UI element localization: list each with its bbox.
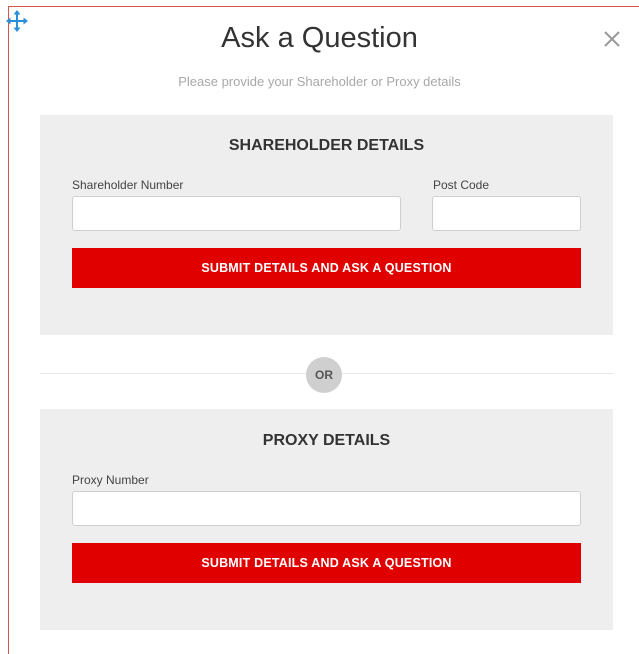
dialog-title: Ask a Question xyxy=(221,22,418,54)
proxy-number-label: Proxy Number xyxy=(72,473,149,487)
proxy-submit-button[interactable]: SUBMIT DETAILS AND ASK A QUESTION xyxy=(72,543,581,583)
dialog-subtitle: Please provide your Shareholder or Proxy… xyxy=(178,74,461,89)
shareholder-submit-button[interactable]: SUBMIT DETAILS AND ASK A QUESTION xyxy=(72,248,581,288)
post-code-label: Post Code xyxy=(433,178,490,192)
or-separator: OR xyxy=(306,357,342,393)
post-code-input[interactable] xyxy=(432,196,581,231)
proxy-details-panel: PROXY DETAILS Proxy Number SUBMIT DETAIL… xyxy=(40,409,613,630)
shareholder-number-label: Shareholder Number xyxy=(72,178,184,192)
proxy-details-heading: PROXY DETAILS xyxy=(262,432,391,449)
shareholder-details-panel: SHAREHOLDER DETAILS Shareholder Number P… xyxy=(40,115,613,335)
shareholder-number-input[interactable] xyxy=(72,196,401,231)
proxy-number-input[interactable] xyxy=(72,491,581,526)
shareholder-details-heading: SHAREHOLDER DETAILS xyxy=(228,137,425,154)
